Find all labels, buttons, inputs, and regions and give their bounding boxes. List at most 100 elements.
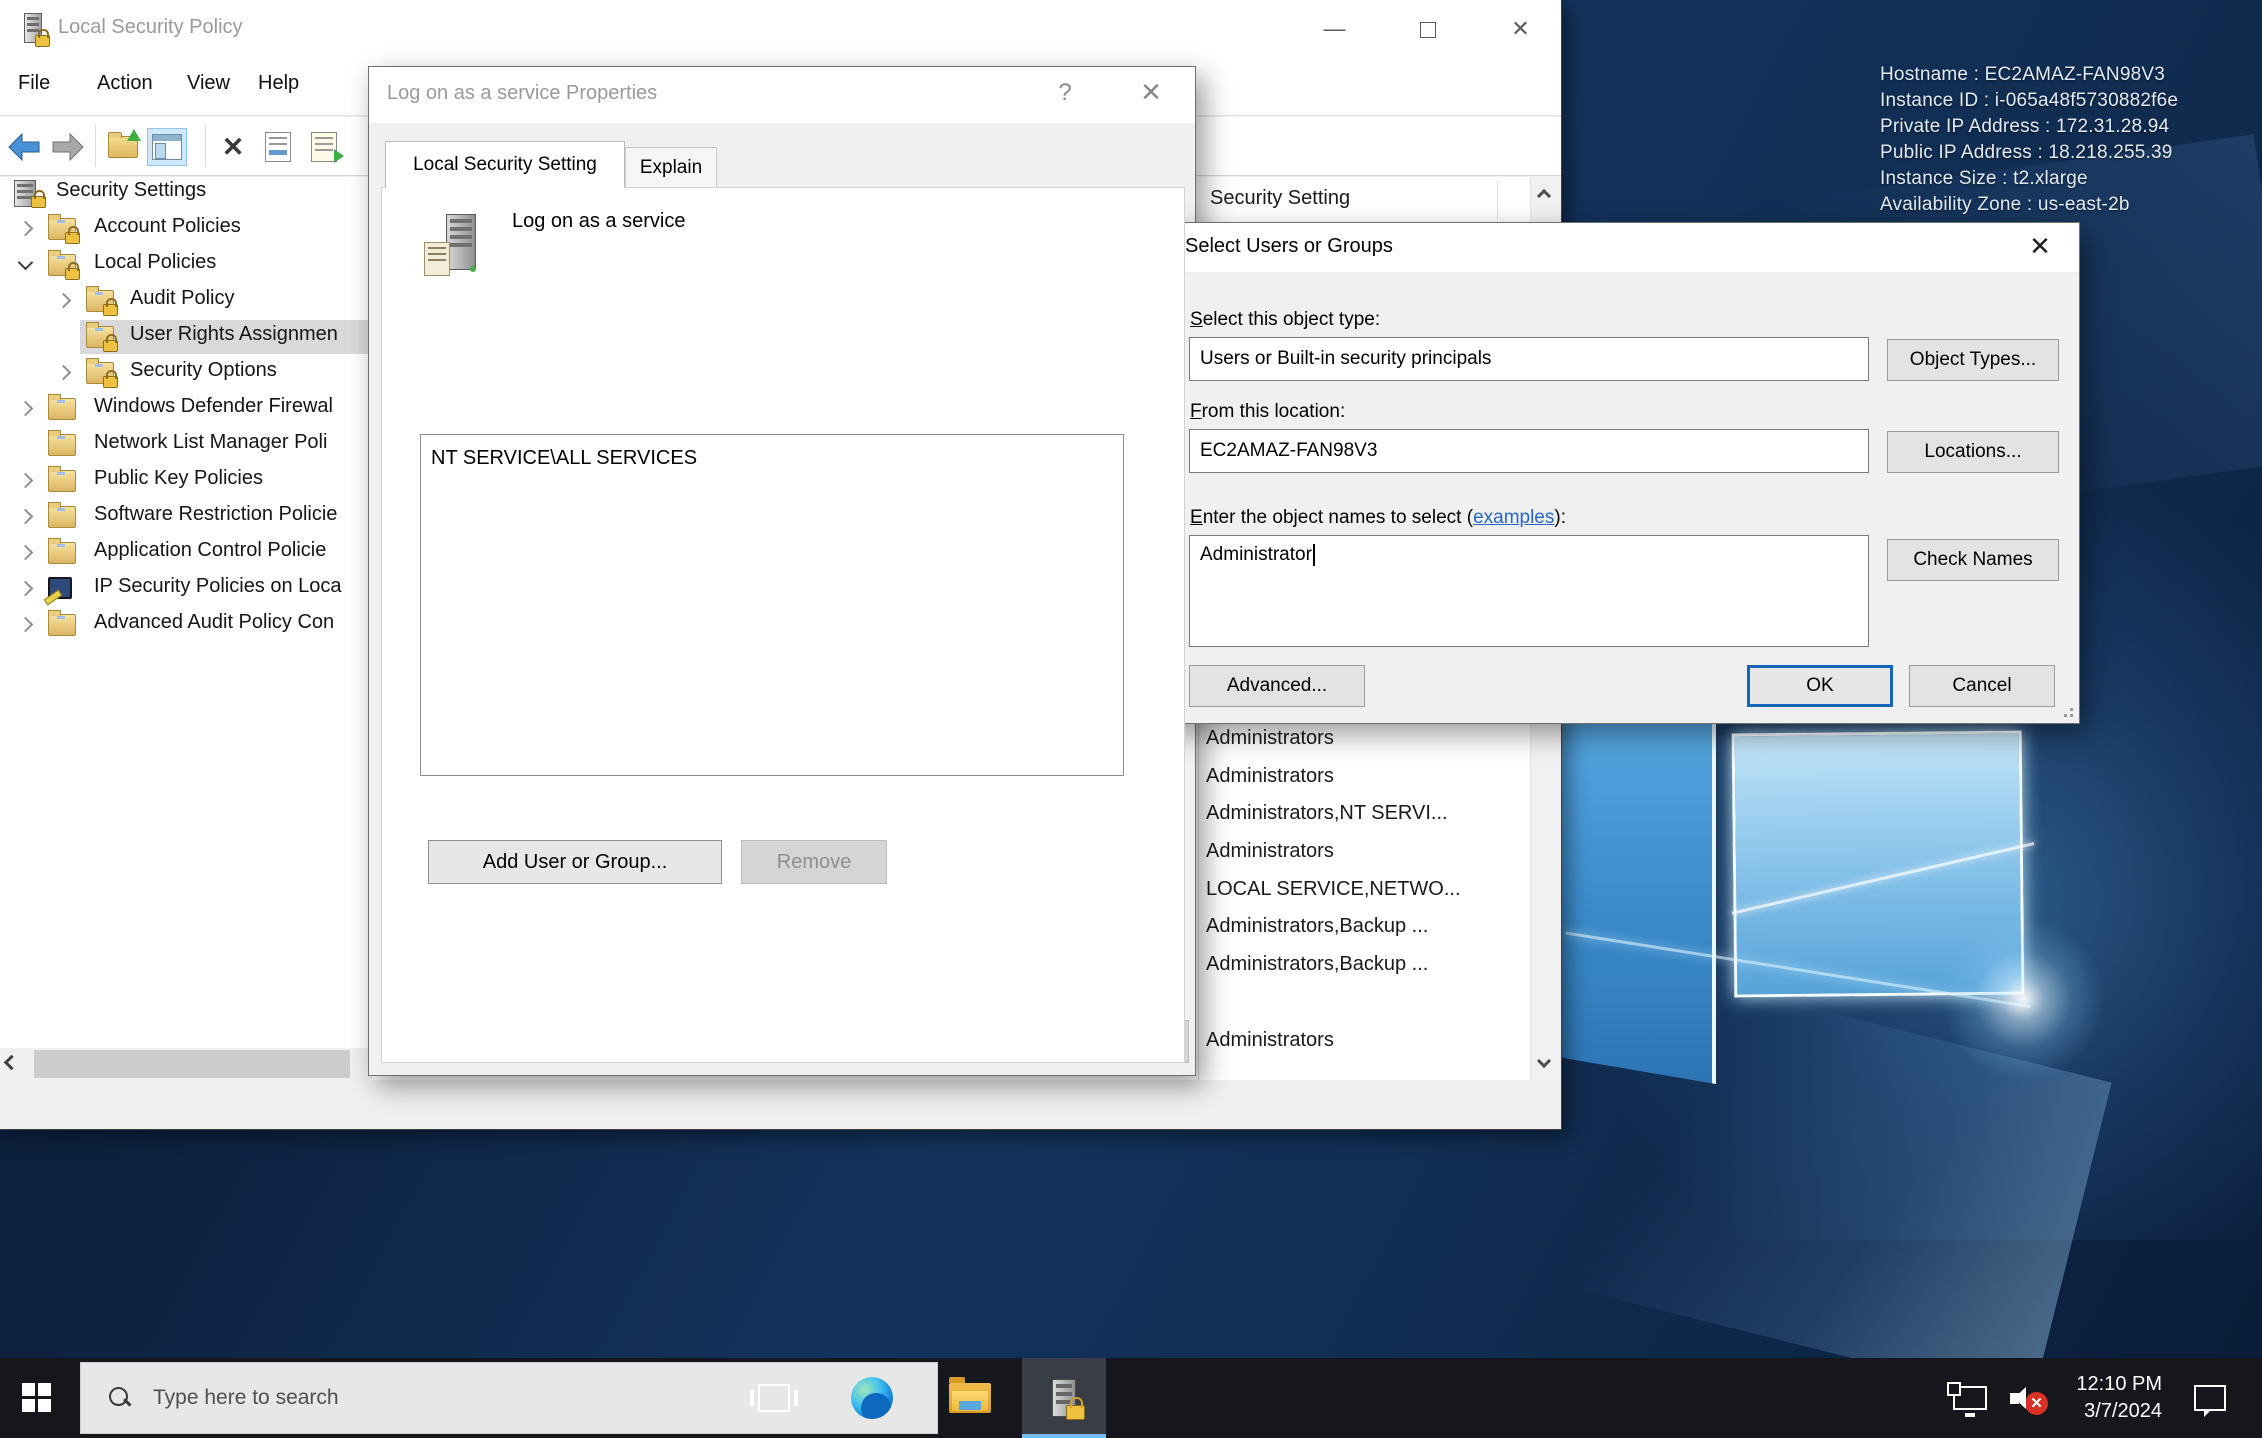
scroll-up-icon[interactable]	[1537, 189, 1551, 203]
tab-local-security-setting[interactable]: Local Security Setting	[385, 141, 625, 188]
back-icon[interactable]	[4, 128, 44, 166]
tree-item[interactable]: Security Settings	[0, 177, 372, 210]
menu-help[interactable]: Help	[258, 72, 299, 95]
ok-button[interactable]: OK	[1747, 665, 1893, 707]
security-setting-value[interactable]: Administrators	[1206, 758, 1506, 796]
tree-item[interactable]: Local Policies	[0, 248, 372, 282]
tree-item-label: Audit Policy	[130, 287, 235, 310]
chevron-right-icon[interactable]	[18, 581, 34, 597]
chevron-right-icon[interactable]	[18, 545, 34, 561]
chevron-right-icon[interactable]	[56, 365, 72, 381]
export-list-icon[interactable]	[304, 128, 344, 166]
folder-lock-icon	[86, 288, 116, 314]
tree-item[interactable]: Network List Manager Poli	[0, 428, 372, 462]
chevron-down-icon[interactable]	[18, 255, 34, 271]
menu-action[interactable]: Action	[97, 72, 153, 95]
scroll-left-icon[interactable]	[4, 1055, 20, 1071]
security-setting-value[interactable]: Administrators	[1206, 833, 1506, 871]
chevron-right-icon[interactable]	[18, 473, 34, 489]
scrollbar-thumb[interactable]	[34, 1050, 350, 1078]
clock-time: 12:10 PM	[2076, 1371, 2162, 1398]
advanced-button[interactable]: Advanced...	[1189, 665, 1365, 707]
location-field[interactable]: EC2AMAZ-FAN98V3	[1189, 429, 1869, 473]
help-icon[interactable]: ?	[1045, 79, 1085, 107]
add-user-or-group-button[interactable]: Add User or Group...	[428, 840, 722, 884]
tree-item[interactable]: Security Options	[0, 356, 372, 390]
tree-item-label: Public Key Policies	[94, 467, 263, 490]
tree-item[interactable]: Advanced Audit Policy Con	[0, 608, 372, 642]
network-icon[interactable]	[1944, 1358, 1996, 1438]
tree-item[interactable]: Application Control Policie	[0, 536, 372, 570]
tree-item[interactable]: IP Security Policies on Loca	[0, 572, 372, 606]
security-setting-value[interactable]: LOCAL SERVICE,NETWO...	[1206, 871, 1506, 909]
tree-horizontal-scrollbar[interactable]	[0, 1048, 370, 1080]
security-setting-value[interactable]: Administrators,NT SERVI...	[1206, 795, 1506, 833]
chevron-right-icon[interactable]	[18, 401, 34, 417]
properties-dialog-titlebar[interactable]: Log on as a service Properties ? ✕	[369, 67, 1195, 123]
close-icon[interactable]: ✕	[2015, 231, 2065, 262]
tree-item[interactable]: Software Restriction Policie	[0, 500, 372, 534]
taskbar-search[interactable]: Type here to search	[80, 1362, 938, 1434]
object-type-field[interactable]: Users or Built-in security principals	[1189, 337, 1869, 381]
tree-item[interactable]: Public Key Policies	[0, 464, 372, 498]
forward-icon[interactable]	[48, 128, 88, 166]
tree-item[interactable]: Account Policies	[0, 212, 372, 246]
close-button[interactable]: ✕	[1474, 0, 1567, 58]
members-listbox[interactable]: NT SERVICE\ALL SERVICES	[420, 434, 1124, 776]
text-caret	[1313, 544, 1315, 566]
properties-dialog: Log on as a service Properties ? ✕ Local…	[368, 66, 1196, 1076]
ec2-info-line: Instance Size : t2.xlarge	[1880, 166, 2178, 192]
tab-explain[interactable]: Explain	[625, 147, 717, 188]
resize-grip[interactable]	[2059, 703, 2073, 717]
start-button[interactable]	[0, 1358, 74, 1438]
clock[interactable]: 12:10 PM 3/7/2024	[2058, 1358, 2162, 1438]
folder-icon	[48, 468, 78, 494]
close-icon[interactable]: ✕	[1125, 77, 1177, 108]
security-setting-value[interactable]: Administrators	[1206, 720, 1506, 758]
check-names-button[interactable]: Check Names	[1887, 539, 2059, 581]
volume-muted-icon[interactable]: ✕	[2000, 1358, 2054, 1438]
windows-logo-icon	[22, 1383, 52, 1413]
select-dialog-titlebar[interactable]: Select Users or Groups ✕	[1165, 223, 2079, 273]
folder-icon	[48, 612, 78, 638]
chevron-right-icon[interactable]	[18, 617, 34, 633]
up-level-icon[interactable]	[103, 128, 143, 166]
security-setting-value[interactable]: Administrators,Backup ...	[1206, 946, 1506, 984]
tree-item[interactable]: Audit Policy	[0, 284, 372, 318]
examples-link[interactable]: examples	[1473, 507, 1554, 528]
tree-item[interactable]: Windows Defender Firewal	[0, 392, 372, 426]
ec2-instance-info: Hostname : EC2AMAZ-FAN98V3Instance ID : …	[1880, 62, 2178, 218]
show-console-tree-icon[interactable]	[147, 128, 187, 166]
menu-file[interactable]: File	[18, 72, 50, 95]
maximize-button[interactable]	[1381, 0, 1474, 58]
locations-button[interactable]: Locations...	[1887, 431, 2059, 473]
edge-icon[interactable]	[840, 1358, 904, 1438]
properties-icon[interactable]	[258, 128, 298, 166]
tree-item[interactable]: User Rights Assignmen	[0, 320, 372, 354]
chevron-right-icon[interactable]	[56, 293, 72, 309]
window-titlebar[interactable]: Local Security Policy — ✕	[0, 0, 1561, 58]
menu-view[interactable]: View	[187, 72, 230, 95]
cancel-button[interactable]: Cancel	[1909, 665, 2055, 707]
policy-icon	[424, 214, 488, 276]
column-security-setting[interactable]: Security Setting	[1210, 187, 1350, 210]
chevron-right-icon[interactable]	[18, 509, 34, 525]
folder-icon	[48, 396, 78, 422]
scroll-down-icon[interactable]	[1537, 1054, 1551, 1068]
object-types-button[interactable]: Object Types...	[1887, 339, 2059, 381]
action-center-icon[interactable]	[2180, 1358, 2240, 1438]
security-setting-value[interactable]: Administrators	[1206, 1022, 1506, 1060]
file-explorer-icon[interactable]	[938, 1358, 1002, 1438]
object-names-input[interactable]: Administrator	[1189, 535, 1869, 647]
security-setting-value[interactable]	[1206, 984, 1506, 1022]
tree-item-label: Application Control Policie	[94, 539, 326, 562]
location-label: From this location:	[1190, 401, 1345, 423]
task-view-button[interactable]	[742, 1358, 806, 1438]
minimize-button[interactable]: —	[1288, 0, 1381, 58]
local-security-policy-taskbar-icon[interactable]	[1022, 1358, 1106, 1438]
delete-icon[interactable]: ✕	[213, 128, 253, 166]
chevron-right-icon[interactable]	[18, 221, 34, 237]
security-setting-value[interactable]: Administrators,Backup ...	[1206, 908, 1506, 946]
member-item[interactable]: NT SERVICE\ALL SERVICES	[431, 445, 1123, 471]
remove-button[interactable]: Remove	[741, 840, 887, 884]
